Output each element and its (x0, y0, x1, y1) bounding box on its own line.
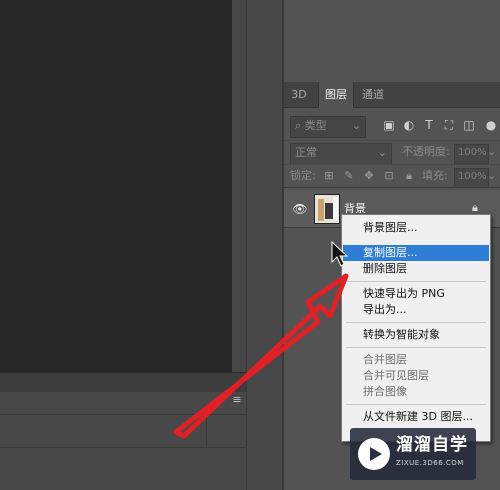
bottom-panel-row (0, 414, 246, 448)
status-bar (0, 372, 246, 392)
lock-label: 锁定: (290, 169, 316, 182)
artboard-lock-icon[interactable]: ⊡ (382, 169, 396, 183)
chevron-down-icon: ⌄ (377, 146, 387, 159)
transform-filter-icon[interactable]: ⛶ (442, 118, 456, 132)
play-logo-icon (358, 438, 390, 470)
watermark-url: ZIXUE.3D66.COM (396, 459, 464, 467)
smart-filter-icon[interactable]: ◫ (462, 118, 476, 132)
layer-filter-row: ⌕ 类型 ⌄ ▣ ◐ T ⛶ ◫ ● (284, 112, 500, 140)
search-icon: ⌕ (295, 119, 302, 132)
menu-item-merge-layers[interactable]: 合并图层 (343, 352, 489, 368)
menu-separator (346, 347, 486, 348)
document-canvas[interactable] (0, 0, 232, 372)
layer-lock-icon[interactable]: 🔒︎ (472, 201, 478, 215)
chevron-down-icon: ⌄ (351, 119, 361, 132)
bottom-panel-divider (206, 414, 207, 448)
watermark-title: 溜溜自学 (396, 435, 468, 455)
layers-panel-tabs: 3D 图层 通道 (284, 82, 500, 108)
menu-item-quick-export-png[interactable]: 快速导出为 PNG (343, 286, 489, 302)
menu-separator (346, 404, 486, 405)
text-filter-icon[interactable]: T (422, 118, 436, 132)
brush-lock-icon[interactable]: ✎ (342, 169, 356, 183)
blend-mode-select[interactable]: 正常 ⌄ (290, 143, 392, 165)
menu-separator (346, 322, 486, 323)
tab-layers[interactable]: 图层 (318, 82, 354, 108)
circle-filter-icon[interactable]: ◐ (402, 118, 416, 132)
menu-item-new-3d-layer[interactable]: 从文件新建 3D 图层... (343, 409, 489, 425)
eye-icon[interactable]: 👁︎ (292, 202, 308, 216)
panel-dock (246, 0, 284, 490)
tab-3d[interactable]: 3D (284, 82, 314, 108)
filter-type-label: 类型 (304, 119, 327, 132)
layer-context-menu: 背景图层... 复制图层... 删除图层 快速导出为 PNG 导出为... 转换… (341, 214, 491, 442)
move-lock-icon[interactable]: ✥ (362, 169, 376, 183)
blend-mode-value: 正常 (295, 146, 317, 159)
lock-icon[interactable]: 🔒︎ (402, 169, 416, 183)
filter-toggle-icon[interactable]: ● (484, 118, 498, 132)
canvas-scrollbar[interactable] (232, 0, 246, 372)
menu-item-export-as[interactable]: 导出为... (343, 302, 489, 318)
fill-input[interactable]: 100% (454, 168, 489, 188)
blend-mode-row: 正常 ⌄ 不透明度: 100% ⌄ (284, 140, 500, 165)
menu-item-background-layer[interactable]: 背景图层... (343, 220, 489, 236)
menu-item-flatten-image[interactable]: 拼合图像 (343, 384, 489, 400)
panel-menu-icon[interactable]: ≡ (230, 394, 244, 408)
watermark-logo: 溜溜自学 ZIXUE.3D66.COM (350, 428, 476, 480)
tab-channels[interactable]: 通道 (356, 82, 390, 108)
layer-thumbnail (314, 194, 340, 224)
menu-separator (346, 281, 486, 282)
menu-item-convert-smart-object[interactable]: 转换为智能对象 (343, 327, 489, 343)
opacity-label: 不透明度: (402, 145, 450, 158)
menu-item-duplicate-layer[interactable]: 复制图层... (343, 245, 489, 261)
opacity-input[interactable]: 100% (454, 144, 489, 164)
fill-label: 填充: (422, 169, 448, 182)
chevron-down-icon[interactable]: ⌄ (487, 142, 496, 162)
checker-lock-icon[interactable]: ⊞ (322, 169, 336, 183)
image-filter-icon[interactable]: ▣ (382, 118, 396, 132)
menu-item-merge-visible[interactable]: 合并可见图层 (343, 368, 489, 384)
thumbnail-image (315, 195, 339, 223)
menu-item-delete-layer[interactable]: 删除图层 (343, 261, 489, 277)
lock-row: 锁定: ⊞ ✎ ✥ ⊡ 🔒︎ 填充: 100% ⌄ (284, 164, 500, 188)
chevron-down-icon[interactable]: ⌄ (487, 166, 496, 186)
upper-panel (284, 0, 500, 80)
layer-filter-select[interactable]: ⌕ 类型 ⌄ (290, 116, 366, 138)
